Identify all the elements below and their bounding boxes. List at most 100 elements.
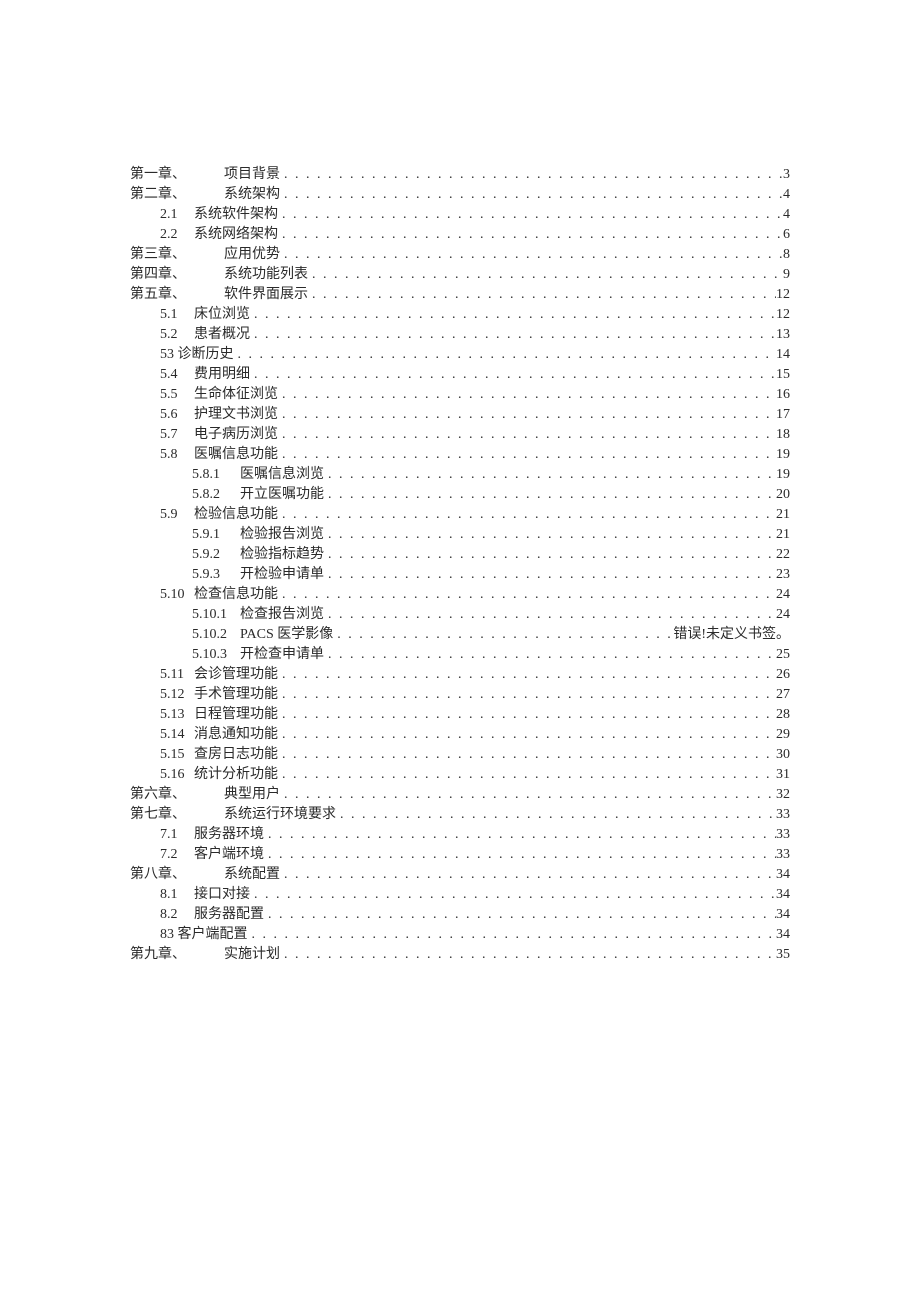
toc-entry-page: 16 [776,385,790,405]
toc-entry[interactable]: 5.5生命体征浏览 16 [130,385,790,405]
toc-entry[interactable]: 8.2服务器配置34 [130,905,790,925]
toc-entry[interactable]: 第四章、系统功能列表 9 [130,265,790,285]
toc-entry-label: 5.10.2PACS 医学影像 [192,625,333,645]
leader-dots [280,185,783,205]
toc-entry-number: 5.9 [160,505,194,525]
toc-entry[interactable]: 7.2客户端环境 33 [130,845,790,865]
toc-entry[interactable]: 5.4费用明细15 [130,365,790,385]
toc-entry[interactable]: 5.9.3开检验申请单 23 [130,565,790,585]
toc-entry-number: 5.11 [160,665,194,685]
toc-entry[interactable]: 7.1服务器环境33 [130,825,790,845]
toc-entry[interactable]: 5.14消息通知功能29 [130,725,790,745]
leader-dots [250,365,776,385]
leader-dots [324,485,776,505]
toc-entry[interactable]: 5.15查房日志功能30 [130,745,790,765]
toc-entry-page: 28 [776,705,790,725]
toc-entry-page: 4 [783,205,790,225]
toc-entry-number: 5.10.1 [192,605,240,625]
toc-entry[interactable]: 8.1接口对接34 [130,885,790,905]
toc-entry-number: 5.16 [160,765,194,785]
toc-entry-title: 实施计划 [224,947,280,962]
toc-entry-label: 5.9.2检验指标趋势 [192,545,324,565]
toc-entry-page: 32 [776,785,790,805]
toc-entry[interactable]: 2.2系统网络架构6 [130,225,790,245]
toc-entry[interactable]: 5.9.1检验报告浏览 21 [130,525,790,545]
toc-entry[interactable]: 5.10检查信息功能 24 [130,585,790,605]
toc-entry-number: 53 [160,347,174,362]
toc-entry[interactable]: 5.2患者概况13 [130,325,790,345]
toc-entry[interactable]: 第九章、实施计划 35 [130,945,790,965]
toc-entry-number: 第二章、 [130,185,186,205]
toc-entry-label: 5.10.1检查报告浏览 [192,605,324,625]
toc-entry[interactable]: 53 诊断历史14 [130,345,790,365]
toc-entry[interactable]: 5.6护理文书浏览17 [130,405,790,425]
leader-dots [278,405,776,425]
toc-entry[interactable]: 5.7电子病历浏览18 [130,425,790,445]
leader-dots [250,885,776,905]
toc-entry-label: 5.8.2开立医嘱功能 [192,485,324,505]
toc-entry-title: 生命体征浏览 [194,387,278,402]
toc-entry-number: 5.10.2 [192,625,240,645]
leader-dots [278,745,776,765]
toc-entry[interactable]: 2.1系统软件架构4 [130,205,790,225]
toc-entry[interactable]: 5.12手术管理功能27 [130,685,790,705]
toc-entry-label: 5.2患者概况 [160,325,250,345]
toc-entry-page: 24 [776,585,790,605]
toc-entry-page: 33 [776,845,790,865]
leader-dots [324,565,776,585]
toc-entry-title: 费用明细 [194,367,250,382]
toc-entry-page: 6 [783,225,790,245]
leader-dots [280,245,783,265]
toc-entry-title: 检验指标趋势 [240,547,324,562]
toc-entry-label: 7.2客户端环境 [160,845,264,865]
toc-entry-number: 8.2 [160,905,194,925]
toc-entry-page: 26 [776,665,790,685]
toc-entry-number: 第九章、 [130,945,186,965]
toc-entry[interactable]: 5.10.2PACS 医学影像 错误!未定义书签。 [130,625,790,645]
toc-entry-page: 30 [776,745,790,765]
toc-entry-page: 22 [776,545,790,565]
toc-entry[interactable]: 第五章、软件界面展示 12 [130,285,790,305]
toc-entry-number: 5.8.2 [192,485,240,505]
toc-entry[interactable]: 5.16统计分析功能31 [130,765,790,785]
toc-entry-title: 床位浏览 [194,307,250,322]
toc-entry-number: 第六章、 [130,785,186,805]
toc-entry[interactable]: 5.10.3开检查申请单 25 [130,645,790,665]
toc-entry[interactable]: 第三章、应用优势 8 [130,245,790,265]
toc-entry[interactable]: 第二章、系统架构 4 [130,185,790,205]
toc-entry[interactable]: 5.9.2检验指标趋势 22 [130,545,790,565]
toc-entry-label: 5.9.1检验报告浏览 [192,525,324,545]
toc-entry-title: 诊断历史 [178,347,234,362]
toc-entry[interactable]: 5.9检验信息功能21 [130,505,790,525]
toc-entry-page: 19 [776,445,790,465]
toc-entry-page: 4 [783,185,790,205]
toc-entry-number: 第三章、 [130,245,186,265]
toc-entry[interactable]: 第一章、项目背景 3 [130,165,790,185]
toc-entry[interactable]: 5.10.1检查报告浏览 24 [130,605,790,625]
toc-entry-title: 患者概况 [194,327,250,342]
toc-entry[interactable]: 5.13日程管理功能28 [130,705,790,725]
leader-dots [278,205,783,225]
toc-entry-page: 错误!未定义书签。 [673,625,790,645]
toc-entry-title: 应用优势 [224,247,280,262]
toc-entry[interactable]: 第八章、系统配置 34 [130,865,790,885]
toc-entry[interactable]: 83 客户端配置34 [130,925,790,945]
toc-entry-page: 33 [776,805,790,825]
toc-entry[interactable]: 5.8医嘱信息功能19 [130,445,790,465]
toc-entry-label: 5.10检查信息功能 [160,585,278,605]
toc-entry-title: 系统配置 [224,867,280,882]
toc-entry[interactable]: 5.8.2开立医嘱功能 20 [130,485,790,505]
toc-entry[interactable]: 5.1床位浏览12 [130,305,790,325]
toc-entry[interactable]: 5.11会诊管理功能26 [130,665,790,685]
toc-entry-number: 5.15 [160,745,194,765]
toc-entry[interactable]: 5.8.1医嘱信息浏览 19 [130,465,790,485]
leader-dots [278,705,776,725]
toc-entry-label: 5.5生命体征浏览 [160,385,278,405]
leader-dots [324,525,776,545]
toc-entry[interactable]: 第七章、系统运行环境要求 33 [130,805,790,825]
toc-entry-number: 5.8 [160,445,194,465]
toc-entry[interactable]: 第六章、典型用户 32 [130,785,790,805]
leader-dots [278,685,776,705]
leader-dots [234,345,777,365]
leader-dots [278,665,776,685]
